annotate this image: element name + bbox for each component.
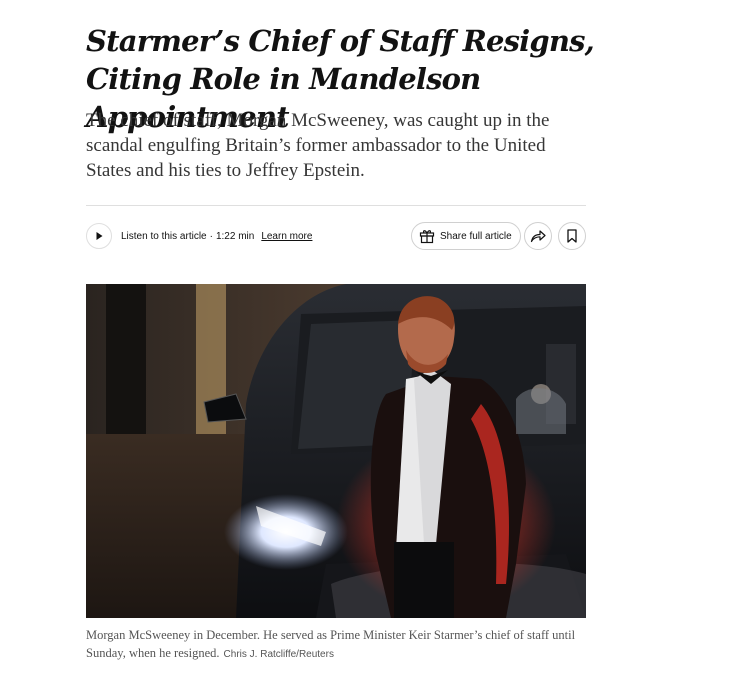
listen-label-group: Listen to this article · 1:22 min [121, 231, 254, 242]
photo-illustration [86, 284, 586, 618]
gift-icon [419, 230, 435, 244]
play-icon [96, 232, 103, 240]
play-button[interactable] [86, 223, 112, 249]
listen-separator: · [209, 230, 213, 242]
photo-caption-block: Morgan McSweeney in December. He served … [86, 626, 586, 664]
learn-more-link[interactable]: Learn more [261, 231, 312, 242]
bookmark-icon [567, 229, 577, 243]
share-full-article-button[interactable]: Share full article [411, 222, 521, 250]
divider [86, 205, 586, 206]
share-full-article-label: Share full article [440, 230, 512, 242]
listen-bar: Listen to this article · 1:22 min Learn … [86, 222, 312, 250]
article-summary: The chief of staff, Morgan McSweeney, wa… [86, 110, 550, 181]
listen-label: Listen to this article [121, 230, 207, 242]
bookmark-button[interactable] [558, 222, 586, 250]
listen-duration: 1:22 min [215, 230, 255, 242]
photo-credit: Chris J. Ratcliffe/Reuters [223, 649, 334, 660]
share-button[interactable] [524, 222, 552, 250]
share-arrow-icon [530, 230, 546, 243]
article-photo [86, 284, 586, 618]
